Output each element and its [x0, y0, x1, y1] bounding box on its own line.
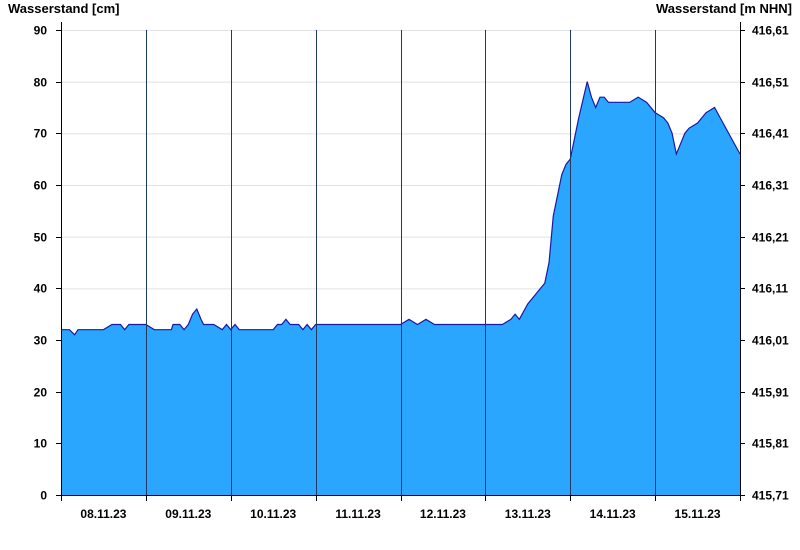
x-tick-label: 09.11.23: [165, 507, 211, 521]
left-tick-label: 40: [34, 282, 48, 296]
x-tick-label: 08.11.23: [80, 507, 126, 521]
left-tick-label: 20: [34, 386, 48, 400]
left-tick-label: 60: [34, 179, 48, 193]
left-tick-label: 10: [34, 437, 48, 451]
water-level-chart: 0 415,71 10 415,81 20 415,91 30 416,01 40 416,11 5…: [34, 22, 789, 521]
x-tick-label: 15.11.23: [675, 507, 721, 521]
left-tick-label: 0: [40, 489, 47, 503]
left-tick-label: 70: [34, 127, 48, 141]
x-tick-label: 13.11.23: [505, 507, 551, 521]
right-tick-label: 415,91: [752, 386, 789, 400]
right-tick-label: 416,11: [752, 282, 788, 296]
right-tick-label: 416,31: [752, 179, 789, 193]
x-tick-label: 11.11.23: [335, 507, 381, 521]
left-tick-label: 50: [34, 231, 48, 245]
right-tick-label: 415,81: [752, 437, 789, 451]
left-tick-label: 80: [34, 76, 48, 90]
right-tick-label: 416,51: [752, 76, 789, 90]
right-tick-label: 416,41: [752, 127, 789, 141]
left-tick-label: 30: [34, 334, 48, 348]
x-tick-label: 14.11.23: [590, 507, 636, 521]
right-tick-label: 415,71: [752, 489, 789, 503]
right-tick-label: 416,21: [752, 231, 789, 245]
left-tick-label: 90: [34, 24, 48, 38]
x-tick-label: 10.11.23: [250, 507, 296, 521]
x-tick-label: 12.11.23: [420, 507, 466, 521]
right-tick-label: 416,01: [752, 334, 789, 348]
right-tick-label: 416,61: [752, 24, 789, 38]
